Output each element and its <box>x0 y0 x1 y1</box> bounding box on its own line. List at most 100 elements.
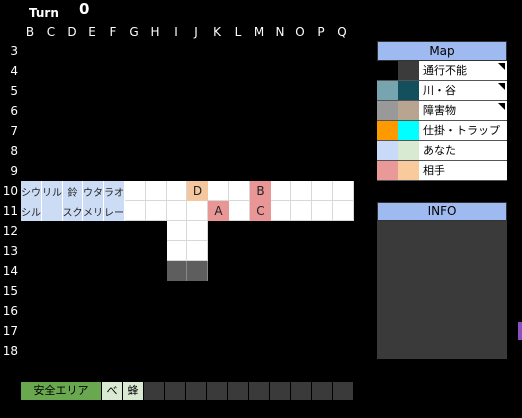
column-header-d: D <box>67 25 77 39</box>
board-piece-鈴[interactable]: 鈴 <box>63 181 83 201</box>
board-piece-スク[interactable]: スク <box>63 201 83 221</box>
row-header-11: 11 <box>2 204 18 218</box>
legend-swatch-primary <box>377 61 398 80</box>
row-header-13: 13 <box>2 244 18 258</box>
board-piece-D[interactable]: D <box>187 181 208 201</box>
legend-swatch-primary <box>377 161 398 180</box>
legend-swatch-primary <box>377 121 398 140</box>
board-cell-i11[interactable] <box>167 201 187 221</box>
board-cell-p10[interactable] <box>312 181 333 201</box>
board-piece-シウ[interactable]: シウ <box>21 181 42 201</box>
legend-swatch-secondary <box>398 101 419 120</box>
turn-counter: 0 <box>79 0 90 18</box>
board-cell-q11[interactable] <box>333 201 354 221</box>
legend-swatch-primary <box>377 101 398 120</box>
board-cell-l11[interactable] <box>229 201 250 221</box>
board-cell-blocked-j14[interactable] <box>187 261 208 281</box>
legend-swatch-secondary <box>398 121 419 140</box>
column-header-f: F <box>109 25 117 39</box>
safe-area-slot-empty[interactable] <box>333 382 353 400</box>
board-cell-j13[interactable] <box>187 241 208 261</box>
column-header-i: I <box>174 25 178 39</box>
row-header-5: 5 <box>10 84 18 98</box>
board-cell-k10[interactable] <box>208 181 229 201</box>
board-cell-p11[interactable] <box>312 201 333 221</box>
board-cell-n11[interactable] <box>271 201 291 221</box>
board-cell-h10[interactable] <box>146 181 167 201</box>
row-header-6: 6 <box>10 104 18 118</box>
row-header-3: 3 <box>10 44 18 58</box>
board-cell-j11[interactable] <box>187 201 208 221</box>
column-header-q: Q <box>337 25 347 39</box>
board-piece-レー[interactable]: レー <box>104 201 125 221</box>
safe-area-slot-hachi[interactable]: 蜂 <box>123 382 143 400</box>
board-piece-リル[interactable]: リル <box>42 181 63 201</box>
row-header-12: 12 <box>2 224 18 238</box>
column-header-k: K <box>213 25 221 39</box>
legend-label: 仕掛・トラップ <box>423 124 500 137</box>
column-header-o: O <box>295 25 305 39</box>
turn-label: Turn <box>29 6 59 20</box>
row-header-14: 14 <box>2 264 18 278</box>
row-header-15: 15 <box>2 284 18 298</box>
board-cell-l10[interactable] <box>229 181 250 201</box>
safe-area-slot-empty[interactable] <box>186 382 206 400</box>
column-header-m: M <box>253 25 265 39</box>
safe-area-slot-empty[interactable] <box>207 382 227 400</box>
safe-area-slot-empty[interactable] <box>291 382 311 400</box>
board-cell-g10[interactable] <box>125 181 146 201</box>
scroll-marker <box>518 322 522 340</box>
legend-row-4: あなた <box>377 141 507 161</box>
safe-area-slot-empty[interactable] <box>228 382 248 400</box>
board-piece-ウタ[interactable]: ウタ <box>83 181 104 201</box>
legend-label: 川・谷 <box>423 84 456 97</box>
board-piece-C[interactable]: C <box>250 201 271 221</box>
safe-area-slot-empty[interactable] <box>165 382 185 400</box>
legend-swatch-secondary <box>398 161 419 180</box>
legend-swatch-primary <box>377 141 398 160</box>
safe-area-slot-empty[interactable] <box>270 382 290 400</box>
safe-area-slot-be[interactable]: べ <box>102 382 122 400</box>
column-header-j: J <box>194 25 198 39</box>
row-header-18: 18 <box>2 344 18 358</box>
board-piece-B[interactable]: B <box>250 181 271 201</box>
board-piece-メリ[interactable]: メリ <box>83 201 104 221</box>
board-cell-o11[interactable] <box>291 201 312 221</box>
board-cell-i12[interactable] <box>167 221 187 241</box>
board-cell-c11[interactable] <box>42 201 63 221</box>
safe-area-slot-empty[interactable] <box>144 382 164 400</box>
column-header-b: B <box>25 25 35 39</box>
board-piece-シル[interactable]: シル <box>21 201 42 221</box>
board-cell-h11[interactable] <box>146 201 167 221</box>
board-cell-i13[interactable] <box>167 241 187 261</box>
row-header-9: 9 <box>10 164 18 178</box>
legend-row-3: 仕掛・トラップ <box>377 121 507 141</box>
safe-area-slot-empty[interactable] <box>312 382 332 400</box>
board-piece-ラオ[interactable]: ラオ <box>104 181 125 201</box>
board-piece-A[interactable]: A <box>208 201 229 221</box>
board-cell-i10[interactable] <box>167 181 187 201</box>
comment-flag-icon <box>498 63 505 70</box>
board-cell-g11[interactable] <box>125 201 146 221</box>
comment-flag-icon <box>498 83 505 90</box>
legend-row-1: 川・谷 <box>377 81 507 101</box>
board-cell-blocked-i14[interactable] <box>167 261 187 281</box>
safe-area-slot-empty[interactable] <box>249 382 269 400</box>
column-header-l: L <box>234 25 242 39</box>
legend-label: 通行不能 <box>423 64 467 77</box>
board-cell-n10[interactable] <box>271 181 291 201</box>
map-legend-list: 通行不能川・谷障害物仕掛・トラップあなた 相手 <box>377 61 507 181</box>
legend-row-0: 通行不能 <box>377 61 507 81</box>
info-title: INFO <box>377 202 507 221</box>
board-cell-o10[interactable] <box>291 181 312 201</box>
legend-row-2: 障害物 <box>377 101 507 121</box>
map-legend-panel: Map 通行不能 川・谷 障害物 仕掛・トラップ あなた 相手 <box>377 41 507 181</box>
board-cell-q10[interactable] <box>333 181 354 201</box>
legend-row-5: 相手 <box>377 161 507 181</box>
column-header-e: E <box>88 25 96 39</box>
legend-swatch-secondary <box>398 81 419 100</box>
column-header-h: H <box>150 25 160 39</box>
board-cell-j12[interactable] <box>187 221 208 241</box>
info-panel: INFO <box>377 202 507 359</box>
column-header-p: P <box>317 25 325 39</box>
